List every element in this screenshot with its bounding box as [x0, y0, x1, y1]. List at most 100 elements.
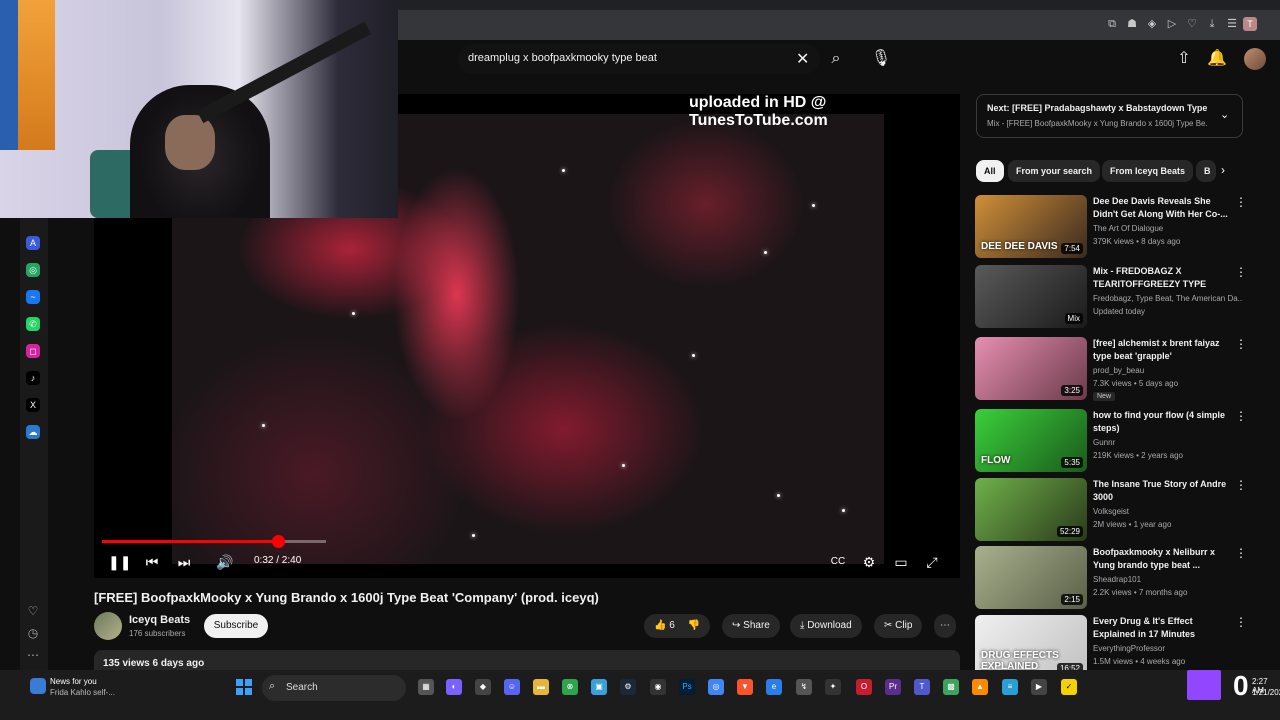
close-icon[interactable]: ✕	[796, 49, 809, 69]
premiere-icon[interactable]: Pr	[885, 679, 901, 695]
task-view-icon[interactable]: ▦	[418, 679, 434, 695]
more-options-icon[interactable]: ⋮	[1235, 546, 1247, 560]
recommendation-title[interactable]: Boofpaxkmooky x Neliburr x Yung brando t…	[1093, 546, 1229, 572]
x-icon[interactable]: X	[26, 398, 40, 412]
search-icon[interactable]: ⌕	[825, 48, 847, 70]
chrome-icon[interactable]: ◎	[708, 679, 724, 695]
previous-icon[interactable]: ⏮	[144, 552, 160, 572]
recommendation-title[interactable]: how to find your flow (4 simple steps)	[1093, 409, 1229, 435]
brave-icon[interactable]: ▼	[737, 679, 753, 695]
microphone-icon[interactable]: 🎙	[870, 48, 892, 70]
steam-icon[interactable]: ⚙	[620, 679, 636, 695]
notepad-icon[interactable]: ≡	[1002, 679, 1018, 695]
discord-icon[interactable]: ☺	[504, 679, 520, 695]
more-options-icon[interactable]: ⋮	[1235, 337, 1247, 351]
tiktok-icon[interactable]: ♪	[26, 371, 40, 385]
recommendation-item[interactable]: DEE DEE DAVIS 7:54 Dee Dee Davis Reveals S…	[975, 195, 1265, 259]
pause-icon[interactable]: ❚❚	[108, 552, 131, 572]
recommendation-channel[interactable]: EverythingProfessor	[1093, 644, 1243, 653]
chevron-right-icon[interactable]: ›	[1221, 163, 1225, 177]
thumbs-down-icon[interactable]: 👎	[688, 620, 700, 631]
channel-avatar[interactable]	[94, 612, 122, 640]
media-player-icon[interactable]: ▶	[1031, 679, 1047, 695]
start-button[interactable]	[236, 679, 252, 695]
heart-icon[interactable]: ♡	[1185, 17, 1199, 31]
recommendation-channel[interactable]: The Art Of Dialogue	[1093, 224, 1243, 233]
recommendation-item[interactable]: 2:15 Boofpaxkmooky x Neliburr x Yung bran…	[975, 546, 1265, 610]
download-button[interactable]: ⤓ Download	[790, 614, 862, 638]
edge-icon[interactable]: e	[766, 679, 782, 695]
more-options-icon[interactable]: ⋮	[1235, 615, 1247, 629]
more-options-icon[interactable]: ⋮	[1235, 195, 1247, 209]
chip-more[interactable]: B	[1196, 160, 1216, 182]
channel-name[interactable]: Iceyq Beats	[129, 614, 190, 626]
recommendation-title[interactable]: Every Drug & It's Effect Explained in 17…	[1093, 615, 1229, 641]
app-store-icon[interactable]: A	[26, 236, 40, 250]
recommendation-item[interactable]: 52:29 The Insane True Story of Andre 3000…	[975, 478, 1265, 542]
copilot-icon[interactable]: ◐	[446, 679, 462, 695]
epic-games-icon[interactable]: ◆	[475, 679, 491, 695]
recommendation-channel[interactable]: Sheadrap101	[1093, 575, 1243, 584]
xbox-icon[interactable]: ⊗	[562, 679, 578, 695]
clock-date[interactable]: 1/21/202	[1252, 688, 1280, 697]
volume-icon[interactable]: 🔊	[216, 552, 234, 572]
upload-icon[interactable]: ⇧	[1173, 48, 1195, 70]
clip-button[interactable]: ✂ Clip	[874, 614, 923, 638]
more-options-icon[interactable]: ⋮	[1235, 265, 1247, 279]
teams-icon[interactable]: T	[914, 679, 930, 695]
recommendation-title[interactable]: [free] alchemist x brent faiyaz type bea…	[1093, 337, 1229, 363]
fullscreen-icon[interactable]: ⤢	[924, 552, 940, 572]
recommendation-channel[interactable]: Fredobagz, Type Beat, The American Da...	[1093, 294, 1243, 303]
app-yellow-icon[interactable]: ✓	[1061, 679, 1077, 695]
messenger-icon[interactable]: ~	[26, 290, 40, 304]
recommendation-thumbnail[interactable]: Mix	[975, 265, 1087, 328]
progress-bar[interactable]	[102, 535, 326, 548]
download-icon[interactable]: ⤓	[1205, 17, 1219, 31]
chip-all[interactable]: All	[976, 160, 1004, 182]
captions-icon[interactable]: CC	[830, 552, 846, 572]
settings-icon[interactable]: ⚙	[861, 552, 877, 572]
avatar[interactable]	[1244, 48, 1266, 70]
cloud-icon[interactable]: ☁	[26, 425, 40, 439]
more-icon[interactable]: ⋯	[25, 648, 41, 664]
news-title[interactable]: News for you	[50, 677, 97, 686]
store-icon[interactable]: ▣	[591, 679, 607, 695]
bell-icon[interactable]: 🔔	[1206, 48, 1228, 70]
recommendation-item[interactable]: Mix Mix - FREDOBAGZ X TEARITOFFGREEZY TYP…	[975, 265, 1265, 329]
screenshot-icon[interactable]: ⧉	[1105, 17, 1119, 31]
extension-icon[interactable]: ☗	[1125, 17, 1139, 31]
recommendation-thumbnail[interactable]: 52:29	[975, 478, 1087, 541]
news-icon[interactable]	[30, 678, 46, 694]
instagram-icon[interactable]: ◻	[26, 344, 40, 358]
minecraft-icon[interactable]: ▩	[943, 679, 959, 695]
recommendation-channel[interactable]: prod_by_beau	[1093, 366, 1243, 375]
file-explorer-icon[interactable]: ▬	[533, 679, 549, 695]
news-subtitle[interactable]: Frida Kahlo self-...	[50, 688, 115, 697]
chevron-down-icon[interactable]: ⌄	[1220, 108, 1229, 121]
chip-from-search[interactable]: From your search	[1008, 160, 1101, 182]
chip-from-channel[interactable]: From Iceyq Beats	[1102, 160, 1194, 182]
recommendation-item[interactable]: 3:25 [free] alchemist x brent faiyaz type…	[975, 337, 1265, 401]
share-button[interactable]: ↪ Share	[722, 614, 780, 638]
search-box[interactable]: dreamplug x boofpaxkmooky type beat ✕	[458, 44, 820, 74]
more-options-icon[interactable]: ⋮	[1235, 409, 1247, 423]
like-button[interactable]: 👍 6 👎	[644, 614, 711, 638]
progress-handle[interactable]	[271, 535, 285, 548]
search-input[interactable]: dreamplug x boofpaxkmooky type beat	[468, 52, 657, 64]
recommendation-thumbnail[interactable]: 3:25	[975, 337, 1087, 400]
next-icon[interactable]: ⏭	[176, 552, 192, 572]
recommendation-title[interactable]: Mix - FREDOBAGZ X TEARITOFFGREEZY TYPE B…	[1093, 265, 1229, 292]
subscribe-button[interactable]: Subscribe	[204, 614, 268, 638]
recommendation-title[interactable]: Dee Dee Davis Reveals She Didn't Get Alo…	[1093, 195, 1229, 221]
recommendation-title[interactable]: The Insane True Story of Andre 3000	[1093, 478, 1229, 504]
profile-chip[interactable]: T	[1243, 17, 1257, 31]
whatsapp-icon[interactable]: ✆	[26, 317, 40, 331]
up-next-panel[interactable]: Next: [FREE] Pradabagshawty x Babstaydow…	[976, 94, 1243, 138]
settings-app-icon[interactable]: ✦	[825, 679, 841, 695]
play-icon[interactable]: ▷	[1165, 17, 1179, 31]
obs-icon[interactable]: ◉	[650, 679, 666, 695]
more-actions-button[interactable]: ⋯	[934, 614, 956, 638]
opera-icon[interactable]: O	[856, 679, 872, 695]
favorite-icon[interactable]: ♡	[25, 604, 41, 620]
recommendation-channel[interactable]: Volksgeist	[1093, 507, 1243, 516]
